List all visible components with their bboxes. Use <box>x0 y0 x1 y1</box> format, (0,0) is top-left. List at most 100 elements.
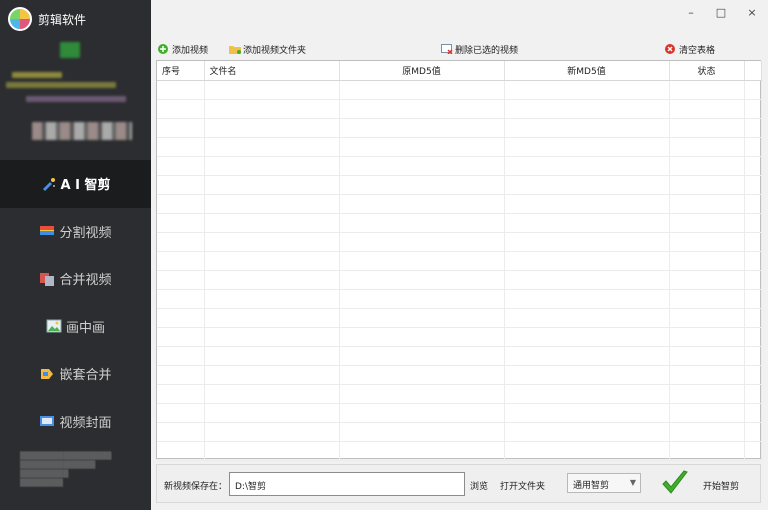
column-header-status[interactable]: 状态 <box>669 61 745 81</box>
column-header-filename[interactable]: 文件名 <box>204 61 340 81</box>
table-cell <box>339 327 505 347</box>
table-cell <box>504 441 670 461</box>
table-cell <box>339 137 505 157</box>
sidebar-item-nested-merge[interactable]: 嵌套合并 <box>0 350 151 398</box>
table-cell <box>744 308 762 328</box>
table-cell <box>339 441 505 461</box>
browse-button[interactable]: 浏览 <box>470 479 488 492</box>
table-cell <box>504 156 670 176</box>
table-cell <box>669 137 745 157</box>
table-row[interactable] <box>157 194 762 214</box>
table-cell <box>669 422 745 442</box>
table-cell <box>669 194 745 214</box>
column-header-index[interactable]: 序号 <box>157 61 205 81</box>
add-icon <box>158 44 168 54</box>
table-cell <box>669 441 745 461</box>
table-cell <box>339 118 505 138</box>
sidebar-item-ai-cut[interactable]: A I 智剪 <box>0 160 151 208</box>
sidebar-item-video-cover[interactable]: 视频封面 <box>0 398 151 446</box>
table-row[interactable] <box>157 327 762 347</box>
add-folder-button[interactable]: 添加视频文件夹 <box>229 41 306 57</box>
table-row[interactable] <box>157 403 762 423</box>
output-bar: 新视频保存在： D:\智剪 浏览 打开文件夹 通用智剪 ▼ 开始智剪 <box>156 464 761 503</box>
table-cell <box>157 232 205 252</box>
table-row[interactable] <box>157 213 762 233</box>
folder-icon <box>229 44 241 54</box>
maximize-button[interactable]: □ <box>706 4 736 22</box>
video-cover-icon <box>39 413 55 429</box>
table-cell <box>204 213 340 233</box>
app-name: 剪辑软件 <box>38 12 87 27</box>
table-row[interactable] <box>157 80 762 100</box>
clear-icon <box>665 44 675 54</box>
table-row[interactable] <box>157 251 762 271</box>
table-cell <box>744 156 762 176</box>
table-cell <box>339 384 505 404</box>
table-row[interactable] <box>157 441 762 461</box>
column-header-original-md5[interactable]: 原MD5值 <box>339 61 505 81</box>
table-cell <box>669 232 745 252</box>
table-row[interactable] <box>157 156 762 176</box>
sidebar-item-picture-in-picture[interactable]: 画中画 <box>0 303 151 351</box>
add-video-button[interactable]: 添加视频 <box>158 41 208 57</box>
table-cell <box>157 422 205 442</box>
obscured-text <box>32 122 132 140</box>
table-cell <box>204 99 340 119</box>
table-cell <box>157 384 205 404</box>
table-cell <box>204 422 340 442</box>
table-cell <box>204 403 340 423</box>
table-row[interactable] <box>157 270 762 290</box>
table-cell <box>669 251 745 271</box>
table-cell <box>744 384 762 404</box>
close-button[interactable]: × <box>737 4 767 22</box>
table-body <box>157 80 762 461</box>
table-row[interactable] <box>157 99 762 119</box>
table-cell <box>157 175 205 195</box>
save-path-input[interactable]: D:\智剪 <box>229 472 465 496</box>
table-cell <box>669 270 745 290</box>
clear-table-button[interactable]: 清空表格 <box>665 41 715 57</box>
table-cell <box>669 118 745 138</box>
table-row[interactable] <box>157 232 762 252</box>
table-row[interactable] <box>157 422 762 442</box>
table-cell <box>669 403 745 423</box>
sidebar-item-merge-video[interactable]: 合并视频 <box>0 255 151 303</box>
sidebar-item-label: 嵌套合并 <box>59 368 112 384</box>
mode-select[interactable]: 通用智剪 ▼ <box>567 473 641 493</box>
table-row[interactable] <box>157 137 762 157</box>
table-cell <box>339 99 505 119</box>
start-button[interactable]: 开始智剪 <box>703 479 739 492</box>
table-row[interactable] <box>157 289 762 309</box>
table-cell <box>204 346 340 366</box>
checkmark-icon[interactable] <box>660 468 690 498</box>
sidebar-item-label: 分割视频 <box>59 225 112 241</box>
delete-selected-button[interactable]: 删除已选的视频 <box>441 41 518 57</box>
table-row[interactable] <box>157 346 762 366</box>
table-row[interactable] <box>157 365 762 385</box>
table-row[interactable] <box>157 384 762 404</box>
table-cell <box>204 270 340 290</box>
table-cell <box>339 346 505 366</box>
table-cell <box>204 156 340 176</box>
table-row[interactable] <box>157 308 762 328</box>
table-cell <box>339 80 505 100</box>
table-cell <box>744 194 762 214</box>
column-header-new-md5[interactable]: 新MD5值 <box>504 61 670 81</box>
minimize-button[interactable]: – <box>676 4 706 22</box>
table-cell <box>157 289 205 309</box>
open-folder-button[interactable]: 打开文件夹 <box>500 479 545 492</box>
table-cell <box>339 251 505 271</box>
table-row[interactable] <box>157 175 762 195</box>
table-cell <box>504 327 670 347</box>
table-cell <box>669 308 745 328</box>
table-cell <box>157 270 205 290</box>
table-row[interactable] <box>157 118 762 138</box>
table-cell <box>204 308 340 328</box>
table-cell <box>744 232 762 252</box>
table-cell <box>204 384 340 404</box>
table-cell <box>669 384 745 404</box>
clear-table-label: 清空表格 <box>679 45 716 56</box>
app-brand: 剪辑软件 <box>8 7 86 31</box>
file-table[interactable]: 序号 文件名 原MD5值 新MD5值 状态 <box>156 60 762 461</box>
sidebar-item-split-video[interactable]: 分割视频 <box>0 208 151 256</box>
